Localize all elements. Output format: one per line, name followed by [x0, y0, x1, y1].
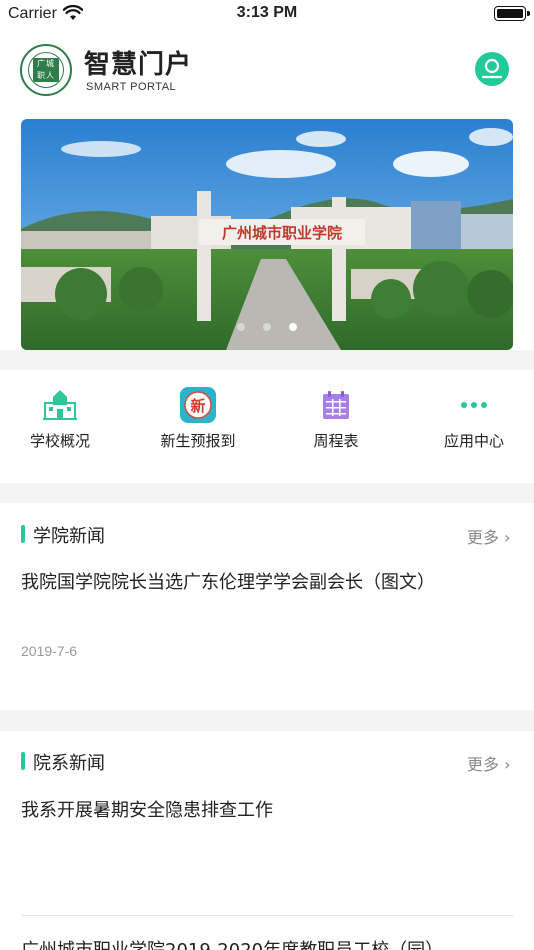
quick-action-label: 应用中心: [443, 432, 504, 450]
battery-icon: [494, 6, 530, 21]
quick-action-new-student[interactable]: 新 新生预报到: [131, 370, 265, 483]
list-divider: [21, 915, 513, 916]
gate-sign-text: 广州城市职业学院: [222, 224, 342, 242]
weekly-calendar-icon: [323, 391, 349, 419]
news-headline[interactable]: 我院国学院院长当选广东伦理学学会副会长（图文）: [21, 568, 435, 594]
quick-action-school-overview[interactable]: 学校概况: [0, 370, 127, 483]
app-subtitle: SMART PORTAL: [86, 81, 177, 93]
more-link-label: 更多: [467, 528, 500, 547]
school-logo: 广城 职人: [20, 44, 72, 96]
more-dots-icon: [461, 402, 487, 408]
quick-action-label: 学校概况: [29, 432, 90, 450]
new-student-badge-icon: 新: [180, 387, 216, 423]
college-news-card: 学院新闻 更多 › 我院国学院院长当选广东伦理学学会副会长（图文） 2019-7…: [0, 503, 534, 710]
section-accent-bar: [21, 752, 25, 770]
department-news-card: 院系新闻 更多 › 我系开展暑期安全隐患排查工作 广州城市职业学院2019-20…: [0, 731, 534, 950]
new-badge-text: 新: [190, 397, 205, 415]
status-bar: Carrier 3:13 PM: [0, 0, 534, 28]
section-title: 院系新闻: [33, 753, 105, 774]
carousel-dot[interactable]: [263, 323, 271, 331]
quick-actions: 学校概况 新 新生预报到 周程表 应用中心: [0, 370, 534, 483]
more-link-label: 更多: [467, 755, 500, 774]
quick-action-weekly-schedule[interactable]: 周程表: [269, 370, 403, 483]
banner-carousel[interactable]: 广州城市职业学院: [21, 119, 513, 350]
quick-action-app-center[interactable]: 应用中心: [407, 370, 534, 483]
profile-button[interactable]: [475, 52, 509, 86]
quick-action-label: 新生预报到: [160, 432, 236, 450]
more-link[interactable]: 更多 ›: [467, 524, 511, 548]
news-headline[interactable]: 我系开展暑期安全隐患排查工作: [21, 796, 273, 822]
clock: 3:13 PM: [236, 4, 298, 21]
user-avatar-icon: [481, 58, 503, 79]
chevron-right-icon: ›: [499, 528, 511, 547]
app-title: 智慧门户: [84, 50, 193, 80]
more-link[interactable]: 更多 ›: [467, 751, 511, 775]
carousel-dot-active[interactable]: [289, 323, 297, 331]
section-title: 学院新闻: [33, 526, 105, 547]
news-headline[interactable]: 广州城市职业学院2019-2020年度教职员工校（园）: [21, 936, 443, 950]
school-building-icon: [43, 390, 77, 420]
carousel-dot[interactable]: [237, 323, 245, 331]
section-accent-bar: [21, 525, 25, 543]
news-date: 2019-7-6: [21, 643, 78, 659]
chevron-right-icon: ›: [499, 755, 511, 774]
quick-action-label: 周程表: [313, 432, 359, 450]
campus-gate-photo: 广州城市职业学院: [21, 119, 513, 350]
